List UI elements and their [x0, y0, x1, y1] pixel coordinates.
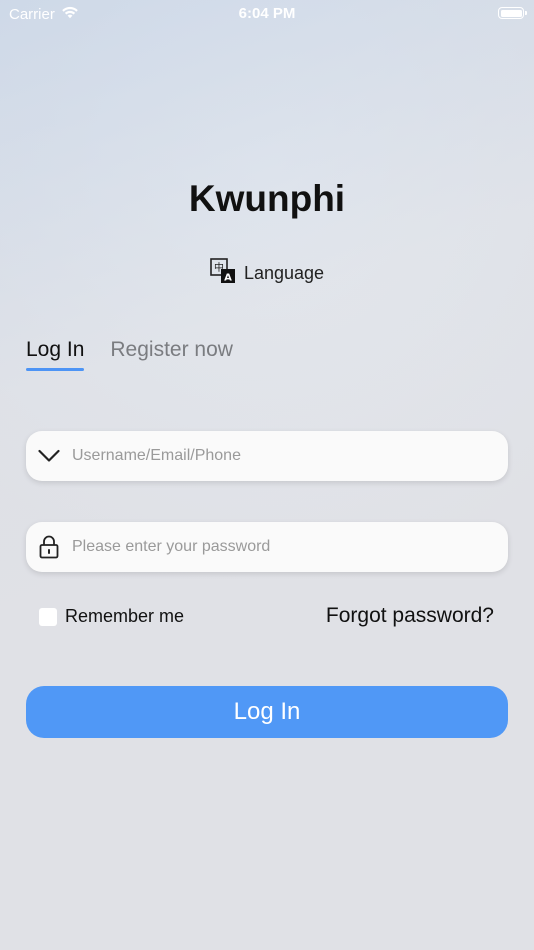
password-input[interactable] [72, 522, 508, 572]
username-field [26, 431, 508, 481]
app-title: Kwunphi [188, 178, 346, 219]
forgot-password-link[interactable]: Forgot password? [326, 604, 494, 628]
password-field [26, 522, 508, 572]
battery-icon [498, 7, 527, 19]
chevron-down-icon[interactable] [26, 449, 72, 463]
tab-register-now-label: Register now [110, 338, 233, 361]
svg-text:A: A [224, 273, 232, 284]
tab-active-indicator [26, 368, 85, 371]
remember-me-option[interactable]: Remember me [39, 606, 184, 627]
lock-icon [26, 535, 72, 559]
log-in-button[interactable]: Log In [26, 686, 508, 738]
remember-me-label: Remember me [65, 606, 185, 626]
username-input[interactable] [72, 431, 508, 481]
translate-icon: 中 A [210, 258, 236, 289]
language-label: Language [243, 263, 325, 283]
tab-log-in[interactable]: Log In [26, 338, 85, 371]
tab-log-in-label: Log In [26, 338, 85, 361]
status-time: 6:04 PM [238, 5, 296, 22]
auth-tabs: Log In Register now [26, 338, 233, 371]
tab-register-now[interactable]: Register now [110, 338, 233, 371]
status-bar: Carrier 6:04 PM [0, 0, 534, 28]
remember-me-checkbox[interactable] [39, 607, 57, 626]
language-selector[interactable]: 中 A Language [0, 258, 534, 289]
